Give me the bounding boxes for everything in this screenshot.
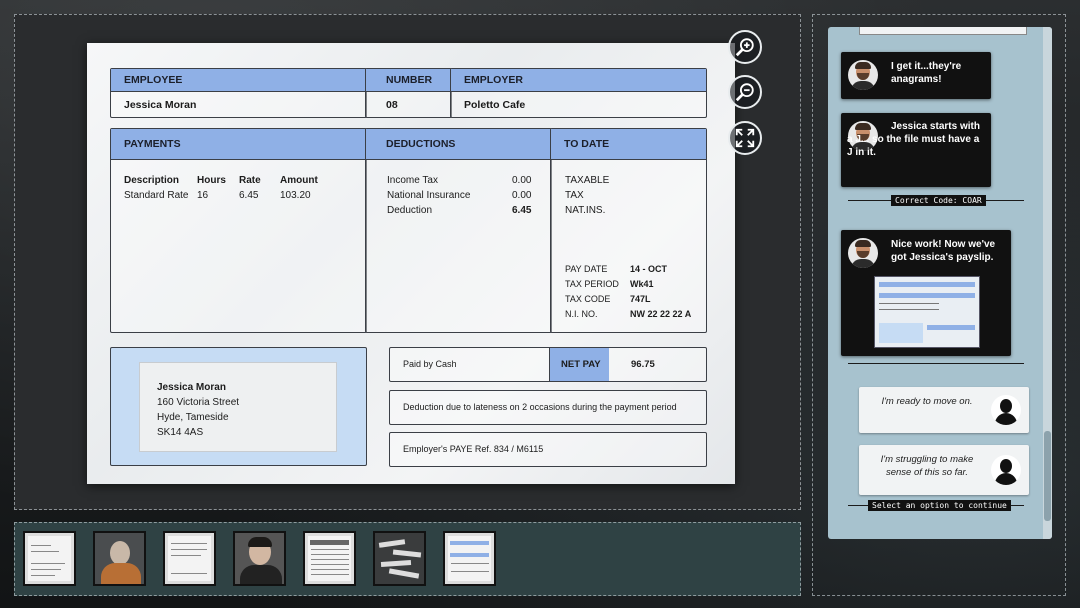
chat-message-text: Nice work! Now we've got Jessica's paysl… [891, 239, 996, 263]
thumbnail-labels-collage[interactable] [373, 531, 426, 586]
deductions-box: DEDUCTIONS Income Tax 0.00 National Insu… [365, 128, 552, 333]
payment-hours: 16 [197, 190, 209, 201]
employer-header: EMPLOYER [451, 69, 706, 92]
option-ready[interactable]: I'm ready to move on. [859, 387, 1029, 433]
net-pay-box: Paid by Cash NET PAY 96.75 [389, 347, 707, 382]
payslip-document: EMPLOYEE Jessica Moran NUMBER 08 EMPLOYE… [87, 43, 735, 484]
col-hours: Hours [197, 175, 226, 186]
tax-code-label: TAX CODE [565, 294, 611, 304]
option-struggling[interactable]: I'm struggling to make sense of this so … [859, 445, 1029, 495]
deduction-note: Deduction due to lateness on 2 occasions… [403, 402, 677, 412]
fullscreen-icon [735, 128, 755, 148]
thumbnail-photo-older-man[interactable] [93, 531, 146, 586]
net-pay-label: NET PAY [561, 359, 601, 370]
detective-avatar [848, 238, 878, 268]
employee-header: EMPLOYEE [111, 69, 366, 92]
employee-name: Jessica Moran [124, 99, 197, 111]
zoom-out-button[interactable] [728, 75, 762, 109]
payments-header: PAYMENTS [111, 129, 366, 160]
select-option-tag: Select an option to continue [868, 500, 1011, 511]
to-date-box: TO DATE TAXABLE TAX NAT.INS. PAY DATE 14… [550, 128, 707, 333]
payment-amount: 103.20 [280, 190, 311, 201]
col-rate: Rate [239, 175, 261, 186]
detective-avatar [848, 60, 878, 90]
employer-box: EMPLOYER Poletto Cafe [450, 68, 707, 118]
tax-period-label: TAX PERIOD [565, 279, 619, 289]
tax-code-value: 747L [630, 294, 651, 304]
number-header: NUMBER [366, 69, 451, 92]
chat-panel: I get it...they're anagrams! Jessica sta… [828, 27, 1052, 539]
chat-message-text: Jessica starts with a J... so the file m… [847, 121, 980, 158]
pay-date-value: 14 - OCT [630, 264, 668, 274]
correct-code-tag: Correct Code: COAR [891, 195, 986, 206]
employer-value: Poletto Cafe [464, 99, 526, 111]
fullscreen-button[interactable] [728, 121, 762, 155]
address-line1: 160 Victoria Street [157, 397, 240, 408]
zoom-in-button[interactable] [728, 30, 762, 64]
tax-period-value: Wk41 [630, 279, 654, 289]
ni-number-label: N.I. NO. [565, 309, 598, 319]
address-name: Jessica Moran [157, 382, 226, 393]
deduction-value: 6.45 [512, 205, 532, 216]
option-struggling-text: I'm struggling to make sense of this so … [880, 454, 974, 478]
thumbnail-photo-young-man[interactable] [233, 531, 286, 586]
paid-by: Paid by Cash [403, 359, 457, 369]
paye-ref: Employer's PAYE Ref. 834 / M6115 [403, 444, 544, 454]
address-panel: Jessica Moran 160 Victoria Street Hyde, … [110, 347, 367, 466]
chat-message: Jessica starts with a J... so the file m… [841, 113, 991, 187]
ni-number-value: NW 22 22 22 A [630, 309, 692, 319]
evidence-thumbnails [14, 522, 801, 596]
pay-date-label: PAY DATE [565, 264, 608, 274]
number-box: NUMBER 08 [365, 68, 452, 118]
document-viewer: EMPLOYEE Jessica Moran NUMBER 08 EMPLOYE… [14, 14, 801, 510]
player-avatar-icon [991, 455, 1021, 485]
previous-message [859, 27, 1027, 35]
to-date-label: TAX [565, 190, 584, 201]
option-ready-text: I'm ready to move on. [881, 396, 973, 407]
employee-box: EMPLOYEE Jessica Moran [110, 68, 367, 118]
payment-rate: 6.45 [239, 190, 259, 201]
player-avatar-icon [991, 395, 1021, 425]
payments-box: PAYMENTS Description Hours Rate Amount S… [110, 128, 367, 333]
thumbnail-document-2[interactable] [163, 531, 216, 586]
chat-message-text: I get it...they're anagrams! [891, 61, 962, 85]
chat-scrollbar-thumb[interactable] [1044, 431, 1051, 521]
address-line3: SK14 4AS [157, 427, 204, 438]
number-value: 08 [386, 99, 398, 111]
deduction-label: National Insurance [387, 190, 471, 201]
zoom-in-icon [735, 38, 754, 57]
thumbnail-table-document[interactable] [303, 531, 356, 586]
chat-message: I get it...they're anagrams! [841, 52, 991, 99]
thumbnail-document-1[interactable] [23, 531, 76, 586]
col-amount: Amount [280, 175, 318, 186]
col-description: Description [124, 175, 180, 186]
address-window: Jessica Moran 160 Victoria Street Hyde, … [139, 362, 337, 452]
to-date-label: NAT.INS. [565, 205, 606, 216]
payment-description: Standard Rate [124, 190, 189, 201]
divider [848, 363, 1024, 364]
deduction-label: Deduction [387, 205, 433, 216]
note-box: Deduction due to lateness on 2 occasions… [389, 390, 707, 425]
chat-message: Nice work! Now we've got Jessica's paysl… [841, 230, 1011, 356]
deduction-value: 0.00 [512, 175, 532, 186]
zoom-out-icon [735, 83, 754, 102]
address-line2: Hyde, Tameside [157, 412, 229, 423]
net-pay-value: 96.75 [631, 359, 655, 370]
net-pay-label-cell: NET PAY [549, 348, 609, 381]
payslip-preview-image[interactable] [874, 276, 980, 348]
thumbnail-payslip[interactable] [443, 531, 496, 586]
to-date-header: TO DATE [551, 129, 706, 160]
deductions-header: DEDUCTIONS [366, 129, 551, 160]
deduction-label: Income Tax [387, 175, 438, 186]
deduction-value: 0.00 [512, 190, 532, 201]
paye-box: Employer's PAYE Ref. 834 / M6115 [389, 432, 707, 467]
to-date-label: TAXABLE [565, 175, 610, 186]
